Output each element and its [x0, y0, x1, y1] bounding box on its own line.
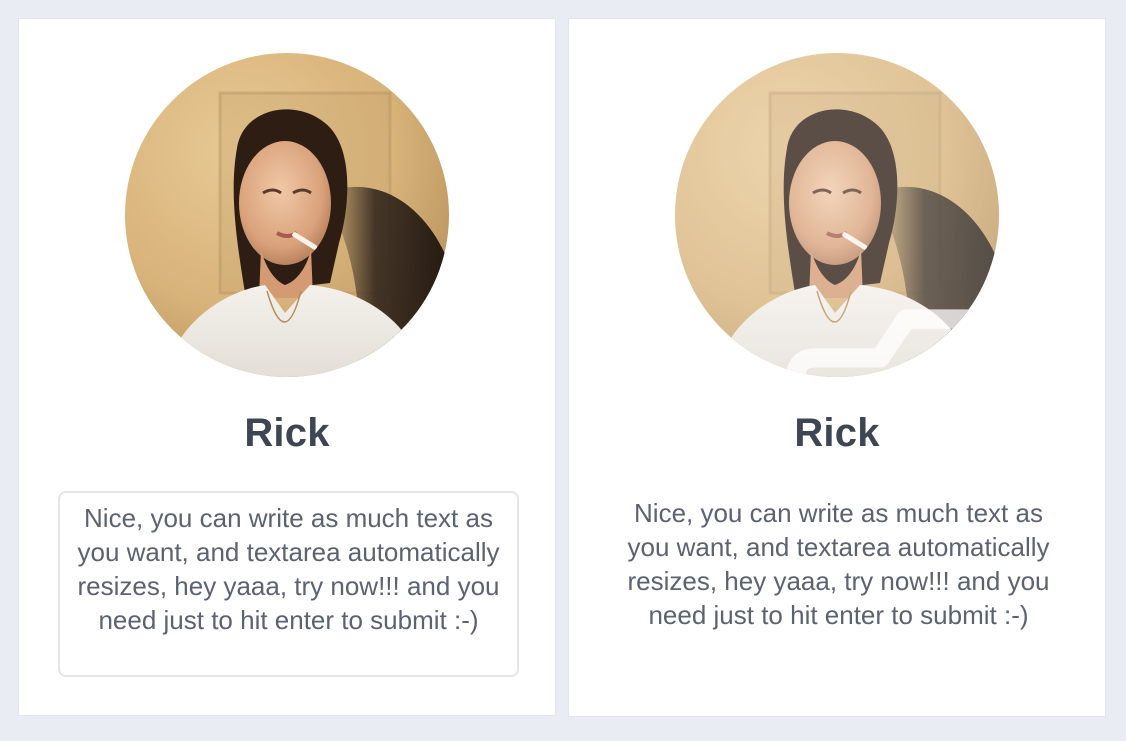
profile-name: Rick: [794, 411, 880, 455]
profile-card-editing: Rick Nice, you can write as much text as…: [18, 18, 556, 716]
bio-text: Nice, you can write as much text as you …: [627, 498, 1050, 630]
profile-avatar[interactable]: [125, 53, 449, 377]
profile-name: Rick: [244, 411, 330, 455]
profile-avatar[interactable]: [675, 53, 999, 377]
camera-icon[interactable]: [783, 251, 999, 377]
avatar-photo: [125, 53, 449, 377]
profile-card-hover: Rick Nice, you can write as much text as…: [568, 18, 1106, 717]
bio-textarea[interactable]: Nice, you can write as much text as you …: [58, 491, 519, 677]
